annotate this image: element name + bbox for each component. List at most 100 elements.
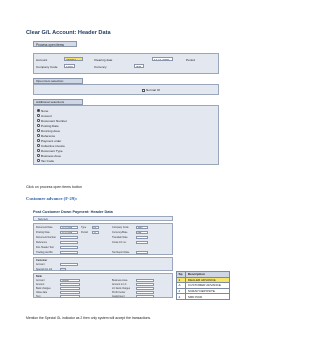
- bank-right-label: Profit Center: [112, 291, 126, 294]
- currency-label: Currency: [94, 65, 107, 69]
- open-item-selection-panel: Normal OI: [33, 84, 219, 95]
- radio-label: Document Type: [41, 148, 63, 153]
- radio-label: Business Area: [41, 153, 61, 158]
- bank-field-label: Value date: [36, 291, 48, 294]
- header-left-field[interactable]: [60, 250, 78, 254]
- radio-label: Dunning Area: [41, 128, 60, 133]
- bank-field-input[interactable]: [60, 287, 80, 290]
- bank-field-input[interactable]: [60, 291, 80, 294]
- radio-button[interactable]: [37, 154, 40, 157]
- header-left-field[interactable]: [60, 235, 78, 239]
- header-left-label: Document Number: [36, 235, 57, 239]
- radio-option-8[interactable]: Document Type: [37, 148, 67, 153]
- bank-field-label: Bank charges: [36, 287, 51, 290]
- header-left-field[interactable]: [60, 245, 78, 249]
- page-title: Clear G/L Account: Header Data: [26, 30, 111, 36]
- bank-field-input[interactable]: 110000: [60, 279, 80, 282]
- header-right-label: Cross-CC no.: [112, 240, 127, 244]
- company-code-field[interactable]: 1000: [64, 64, 75, 68]
- header-left-field[interactable]: [60, 240, 78, 244]
- radio-option-2[interactable]: Document Number: [37, 118, 67, 123]
- radio-label: Amount: [41, 113, 52, 118]
- bank-field-label: Account: [36, 279, 45, 282]
- radio-label: Collective invoice: [41, 143, 65, 148]
- bank-right-input[interactable]: [136, 283, 154, 286]
- radio-button[interactable]: [37, 149, 40, 152]
- bank-field-input[interactable]: [60, 295, 80, 298]
- customer-field-input[interactable]: [60, 267, 66, 271]
- header-right-label: Company Code: [112, 225, 129, 229]
- radio-label: Document Number: [41, 118, 67, 123]
- radio-option-10[interactable]: Tax Code: [37, 158, 67, 163]
- header-right-field[interactable]: [136, 240, 148, 244]
- caption-process-open-items: Click on process open items button: [26, 185, 82, 189]
- radio-button[interactable]: [37, 114, 40, 117]
- bank-right-label: Amount in LC: [112, 283, 127, 286]
- bank-field-input[interactable]: [60, 283, 80, 286]
- header-mid-label: Period: [81, 230, 88, 234]
- header-left-label: Reference: [36, 240, 48, 244]
- radio-label: Posting Date: [41, 123, 59, 128]
- bank-right-input[interactable]: [136, 295, 154, 298]
- header-right-field[interactable]: [136, 235, 148, 239]
- radio-option-7[interactable]: Collective invoice: [37, 143, 67, 148]
- bank-right-input[interactable]: [136, 287, 154, 290]
- radio-button[interactable]: [37, 159, 40, 162]
- new-item-button[interactable]: New item: [38, 218, 48, 221]
- table-row[interactable]: 4 SRD PAID: [175, 293, 230, 300]
- header-left-label: Posting Date: [36, 230, 50, 234]
- customer-field-label: Special G/L ind: [36, 267, 53, 271]
- currency-field[interactable]: INR: [134, 64, 144, 68]
- radio-label: Reference: [41, 133, 56, 138]
- bank-right-input[interactable]: [136, 279, 154, 282]
- header-mid-label: Type: [81, 225, 87, 229]
- period-label: Period: [186, 58, 195, 62]
- normal-oi-option[interactable]: Normal OI: [142, 88, 160, 92]
- clearing-date-label: Clearing date: [94, 58, 113, 62]
- sgl-code-cell: 4: [175, 293, 187, 300]
- additional-selections-list: None Amount Document Number Posting Date Dun…: [37, 108, 67, 163]
- header-right-field[interactable]: [136, 250, 148, 254]
- header-left-field[interactable]: 11.11.2008: [60, 230, 78, 234]
- radio-button[interactable]: [37, 119, 40, 122]
- header-right-field[interactable]: 1000: [136, 225, 148, 229]
- header-mid-field[interactable]: DZ: [92, 225, 99, 229]
- normal-oi-checkbox[interactable]: [142, 88, 145, 92]
- radio-button[interactable]: [37, 144, 40, 147]
- customer-rows: Account Special G/L ind: [34, 258, 174, 272]
- customer-field-label: Account: [36, 263, 45, 266]
- post-down-payment-title: Post Customer Down Payment: Header Data: [33, 210, 113, 214]
- bank-right-input[interactable]: [136, 291, 154, 294]
- company-code-label: Company Code: [36, 65, 58, 69]
- customer-field-input[interactable]: [60, 263, 78, 266]
- customer-panel: Customer Account Special G/L ind: [33, 257, 173, 271]
- bank-right-label: Assignment: [112, 295, 125, 298]
- radio-button[interactable]: [37, 139, 40, 142]
- clearing-date-field[interactable]: 12.11.2008: [152, 57, 173, 61]
- bank-right-label: LC bank charges: [112, 287, 131, 290]
- header-right-label: Translatn Date: [112, 235, 128, 239]
- radio-button[interactable]: [37, 129, 40, 132]
- header-mid-field[interactable]: 11: [92, 230, 99, 234]
- bank-panel: Bank Account 110000 Business Area Amount Amo…: [33, 273, 173, 298]
- header-data-panel: Document Date 11.11.2008 Type DZ Company Cod…: [33, 223, 173, 255]
- header-left-field[interactable]: 11.11.2008: [60, 225, 78, 229]
- header-left-label: Trading part.BA: [36, 250, 53, 254]
- bank-field-label: Amount: [36, 283, 45, 286]
- normal-oi-label: Normal OI: [146, 88, 161, 92]
- account-field[interactable]: 240001: [64, 57, 83, 61]
- radio-button[interactable]: [37, 134, 40, 137]
- special-gl-indicator-table: Sp Description 1 DEALER ADVANCE A CUSTOMER …: [175, 271, 230, 300]
- process-open-items-button[interactable]: Process open items: [33, 41, 77, 47]
- header-data-rows: Document Date 11.11.2008 Type DZ Company Cod…: [34, 224, 174, 256]
- radio-button[interactable]: [37, 109, 40, 112]
- sgl-description-cell: SRD PAID: [185, 293, 230, 300]
- radio-button[interactable]: [37, 124, 40, 127]
- toolbar: New item: [33, 216, 173, 221]
- radio-label: Tax Code: [41, 158, 55, 163]
- account-label: Account: [36, 58, 48, 62]
- header-right-field[interactable]: INR: [136, 230, 148, 234]
- header-right-label: Tax Report Date: [112, 250, 130, 254]
- section-heading-customer-advance: Customer advance (F-29):: [26, 196, 78, 201]
- header-fields-panel: Account 240001 Clearing date 12.11.2008 …: [33, 53, 219, 74]
